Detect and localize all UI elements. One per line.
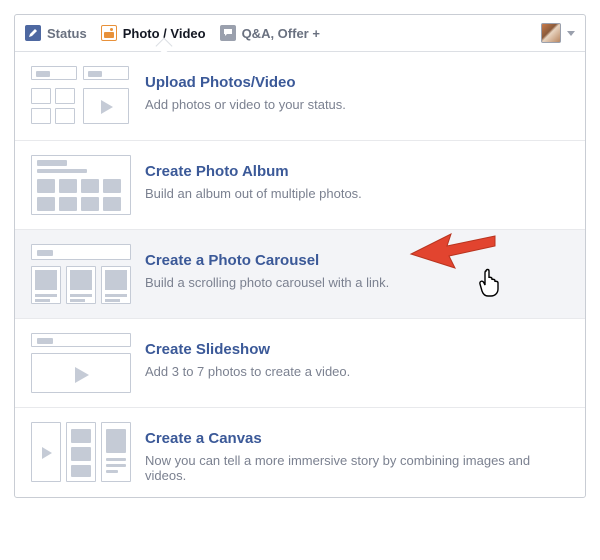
thumbnail-album-icon: [31, 155, 131, 215]
chevron-down-icon: [567, 31, 575, 36]
option-desc: Now you can tell a more immersive story …: [145, 453, 569, 483]
option-desc: Add photos or video to your status.: [145, 97, 346, 112]
tab-qa-offer[interactable]: Q&A, Offer +: [220, 25, 320, 41]
option-title: Create a Photo Carousel: [145, 252, 389, 269]
option-desc: Build an album out of multiple photos.: [145, 186, 362, 201]
thumbnail-slideshow-icon: [31, 333, 131, 393]
arrow-icon: [407, 224, 497, 274]
option-desc: Add 3 to 7 photos to create a video.: [145, 364, 350, 379]
option-upload-photos-video[interactable]: Upload Photos/Video Add photos or video …: [15, 52, 585, 140]
option-title: Upload Photos/Video: [145, 74, 346, 91]
option-title: Create Photo Album: [145, 163, 362, 180]
option-desc: Build a scrolling photo carousel with a …: [145, 275, 389, 290]
tab-qa-label: Q&A, Offer +: [242, 26, 320, 41]
tab-status[interactable]: Status: [25, 25, 87, 41]
option-create-album[interactable]: Create Photo Album Build an album out of…: [15, 140, 585, 229]
pencil-icon: [25, 25, 41, 41]
composer-panel: Status Photo / Video Q&A, Offer +: [14, 14, 586, 498]
option-create-carousel[interactable]: Create a Photo Carousel Build a scrollin…: [15, 229, 585, 318]
tab-photo-video[interactable]: Photo / Video: [101, 25, 206, 41]
composer-tabs: Status Photo / Video Q&A, Offer +: [15, 15, 585, 52]
option-create-canvas[interactable]: Create a Canvas Now you can tell a more …: [15, 407, 585, 497]
account-picker[interactable]: [541, 23, 575, 43]
option-title: Create a Canvas: [145, 430, 569, 447]
cursor-hand-icon: [477, 268, 503, 298]
tab-status-label: Status: [47, 26, 87, 41]
thumbnail-carousel-icon: [31, 244, 131, 304]
thumbnail-canvas-icon: [31, 422, 131, 482]
photo-options-list: Upload Photos/Video Add photos or video …: [15, 52, 585, 497]
option-title: Create Slideshow: [145, 341, 350, 358]
avatar: [541, 23, 561, 43]
thumbnail-upload-icon: [31, 66, 131, 126]
photo-icon: [101, 25, 117, 41]
chat-icon: [220, 25, 236, 41]
option-create-slideshow[interactable]: Create Slideshow Add 3 to 7 photos to cr…: [15, 318, 585, 407]
